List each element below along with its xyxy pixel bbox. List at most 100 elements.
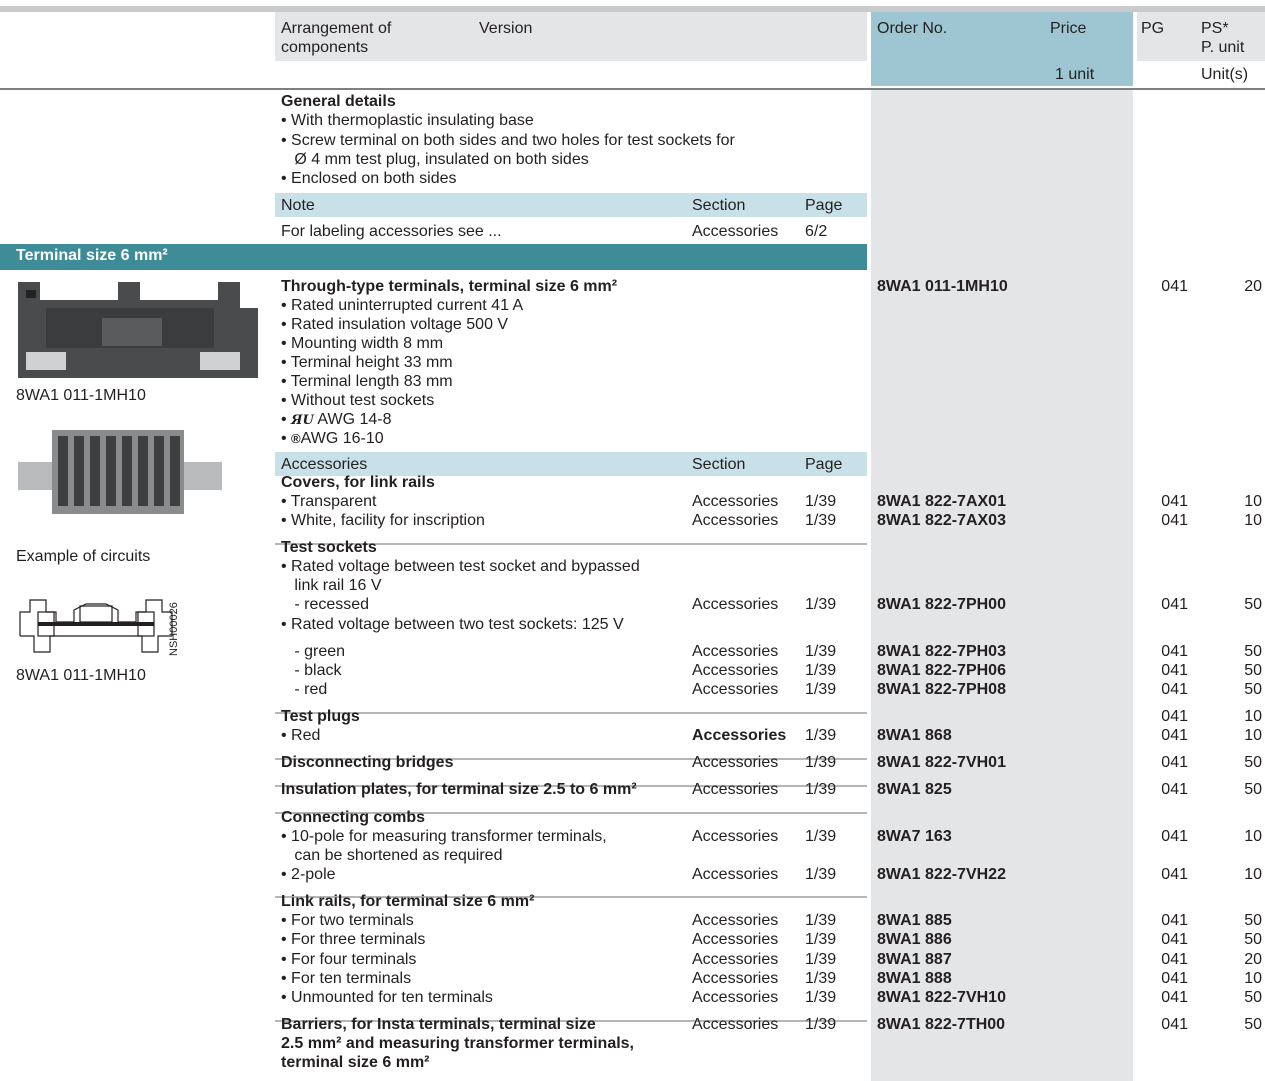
accessory-pg: 041	[1161, 989, 1188, 1006]
accessory-page: 1/39	[805, 493, 837, 510]
accessory-page: 1/39	[805, 866, 837, 883]
accessory-page: 1/39	[805, 754, 837, 771]
header-ps-unit: P. unit	[1201, 39, 1245, 56]
accessory-ps: 10	[1244, 708, 1262, 725]
section-title: Terminal size 6 mm²	[16, 247, 168, 264]
accessory-pg: 041	[1161, 493, 1188, 510]
accessories-header-section: Section	[692, 456, 746, 473]
product-spec: • Mounting width 8 mm	[281, 335, 444, 352]
accessory-page: 1/39	[805, 1016, 837, 1033]
header-ps: PS*	[1201, 20, 1229, 37]
accessory-description: Connecting combs	[281, 809, 426, 826]
product-spec: • Rated uninterrupted current 41 A	[281, 297, 524, 314]
accessory-description: - red	[281, 681, 328, 698]
accessory-page: 1/39	[805, 951, 837, 968]
note-section: Accessories	[692, 223, 779, 240]
accessory-order-no: 8WA1 887	[877, 951, 952, 968]
accessory-pg: 041	[1161, 681, 1188, 698]
csa-mark-icon: ®	[291, 431, 301, 446]
accessory-pg: 041	[1161, 1016, 1188, 1033]
accessory-description: Test sockets	[281, 539, 377, 556]
product-spec: • Terminal length 83 mm	[281, 373, 453, 390]
product-title: Through-type terminals, terminal size 6 …	[281, 278, 618, 295]
accessory-page: 1/39	[805, 912, 837, 929]
accessory-pg: 041	[1161, 912, 1188, 929]
accessory-description: • For four terminals	[281, 951, 417, 968]
general-title: General details	[281, 93, 396, 110]
accessory-page: 1/39	[805, 781, 837, 798]
accessory-order-no: 8WA1 822-7VH10	[877, 989, 1006, 1006]
accessory-pg: 041	[1161, 662, 1188, 679]
accessories-header-page: Page	[805, 456, 843, 473]
accessory-description: Test plugs	[281, 708, 360, 725]
accessory-ps: 50	[1244, 1016, 1262, 1033]
accessory-order-no: 8WA1 822-7PH03	[877, 643, 1006, 660]
accessory-section: Accessories	[692, 493, 779, 510]
accessory-order-no: 8WA1 885	[877, 912, 952, 929]
product-ps: 20	[1244, 278, 1262, 295]
accessory-section: Accessories	[692, 781, 779, 798]
accessory-section: Accessories	[692, 596, 779, 613]
accessory-description: Insulation plates, for terminal size 2.5…	[281, 781, 637, 798]
accessory-pg: 041	[1161, 754, 1188, 771]
accessory-ps: 50	[1244, 662, 1262, 679]
product-pg: 041	[1161, 278, 1188, 295]
note-header-bar	[275, 193, 867, 217]
accessory-section: Accessories	[692, 1016, 779, 1033]
accessory-description: - green	[281, 643, 346, 660]
accessory-section: Accessories	[692, 970, 779, 987]
product-spec: • Rated insulation voltage 500 V	[281, 316, 509, 333]
header-arrangement-2: components	[281, 39, 369, 56]
product-spec: • Without test sockets	[281, 392, 435, 409]
accessory-order-no: 8WA1 868	[877, 727, 952, 744]
general-line: • Screw terminal on both sides and two h…	[281, 132, 735, 149]
accessory-description: - black	[281, 662, 342, 679]
accessory-pg: 041	[1161, 727, 1188, 744]
accessory-page: 1/39	[805, 643, 837, 660]
accessory-description: • White, facility for inscription	[281, 512, 485, 529]
accessory-order-no: 8WA1 886	[877, 931, 952, 948]
accessory-order-no: 8WA1 822-7VH22	[877, 866, 1006, 883]
accessory-section: Accessories	[692, 662, 779, 679]
circuit-example-photo	[18, 430, 222, 514]
csa-cert-line: • ®AWG 16-10	[281, 430, 384, 447]
note-header-section: Section	[692, 197, 746, 214]
product-spec: • Terminal height 33 mm	[281, 354, 453, 371]
accessory-description: link rail 16 V	[281, 577, 382, 594]
accessory-ps: 50	[1244, 912, 1262, 929]
accessory-ps: 50	[1244, 781, 1262, 798]
accessory-pg: 041	[1161, 512, 1188, 529]
accessory-description: • Red	[281, 727, 321, 744]
accessory-pg: 041	[1161, 828, 1188, 845]
accessory-description: can be shortened as required	[281, 847, 503, 864]
accessory-section: Accessories	[692, 828, 779, 845]
image-caption-3: 8WA1 011-1MH10	[16, 667, 146, 684]
accessory-description: • For three terminals	[281, 931, 426, 948]
accessory-pg: 041	[1161, 931, 1188, 948]
accessory-section: Accessories	[692, 951, 779, 968]
product-order-no: 8WA1 011-1MH10	[877, 278, 1008, 295]
accessory-order-no: 8WA1 822-7TH00	[877, 1016, 1006, 1033]
accessory-page: 1/39	[805, 727, 837, 744]
accessory-order-no: 8WA1 822-7VH01	[877, 754, 1006, 771]
header-divider	[0, 88, 1265, 90]
accessory-page: 1/39	[805, 681, 837, 698]
accessory-order-no: 8WA1 822-7AX03	[877, 512, 1006, 529]
header-pg: PG	[1141, 20, 1165, 37]
accessory-description: • Unmounted for ten terminals	[281, 989, 493, 1006]
accessory-pg: 041	[1161, 708, 1188, 725]
accessory-section: Accessories	[692, 989, 779, 1006]
accessory-ps: 50	[1244, 643, 1262, 660]
image-caption-1: 8WA1 011-1MH10	[16, 387, 146, 404]
accessories-header: Accessories	[281, 456, 368, 473]
general-line: Ø 4 mm test plug, insulated on both side…	[281, 151, 589, 168]
accessory-page: 1/39	[805, 931, 837, 948]
accessory-ps: 10	[1244, 727, 1262, 744]
header-price: Price	[1050, 20, 1087, 37]
accessory-page: 1/39	[805, 828, 837, 845]
image-caption-2: Example of circuits	[16, 548, 151, 565]
header-units: Unit(s)	[1201, 66, 1249, 83]
accessory-section: Accessories	[692, 931, 779, 948]
accessory-pg: 041	[1161, 596, 1188, 613]
header-price-unit: 1 unit	[1055, 66, 1095, 83]
